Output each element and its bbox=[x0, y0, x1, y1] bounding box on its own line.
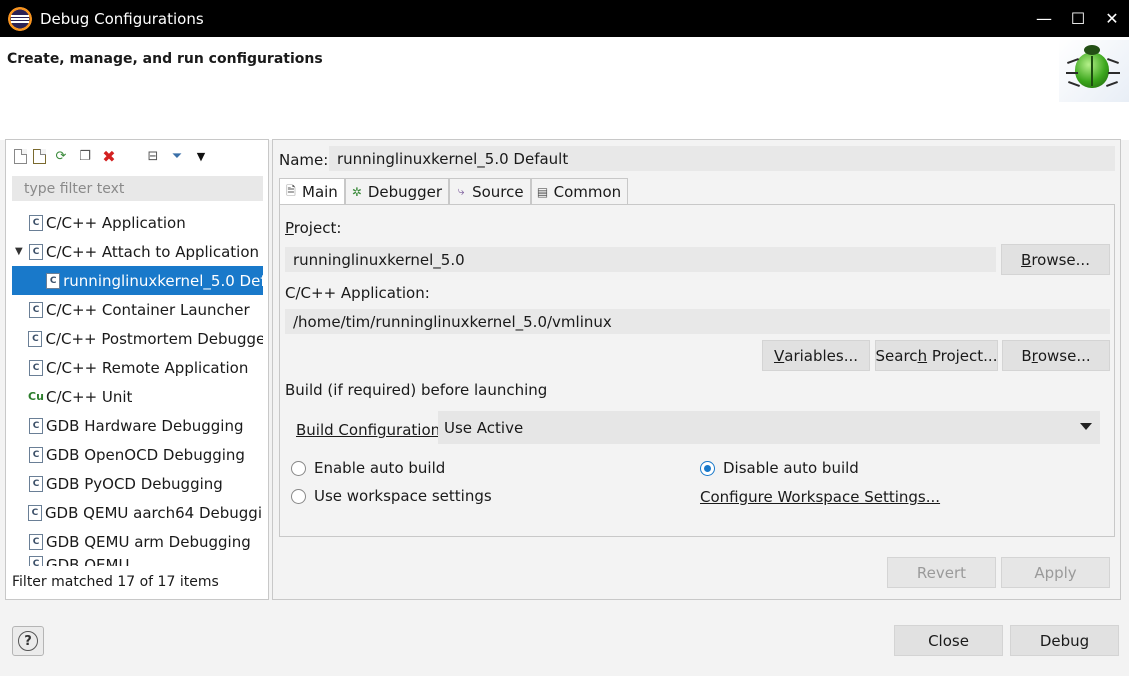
tab-source[interactable]: ⤷ Source bbox=[449, 178, 531, 204]
c-icon: C bbox=[29, 214, 43, 231]
window-controls: — ☐ ✕ bbox=[1027, 0, 1129, 37]
window-title: Debug Configurations bbox=[40, 9, 204, 28]
source-tab-icon: ⤷ bbox=[457, 184, 465, 198]
configuration-editor: Name: 🗎 Main ✲ Debugger ⤷ Source ▤ Commo… bbox=[272, 139, 1121, 600]
debugger-tab-icon: ✲ bbox=[351, 184, 362, 199]
tab-common[interactable]: ▤ Common bbox=[530, 178, 629, 204]
export-icon[interactable]: ⟳ bbox=[52, 147, 70, 165]
c-icon: C bbox=[29, 446, 43, 463]
apply-button[interactable]: Apply bbox=[1001, 557, 1110, 588]
c-icon: C bbox=[29, 301, 43, 318]
c-icon: C bbox=[29, 243, 43, 260]
tree-item-cpp-unit[interactable]: Cu C/C++ Unit bbox=[12, 382, 263, 411]
tree-item-runninglinuxkernel[interactable]: C runninglinuxkernel_5.0 Default bbox=[12, 266, 263, 295]
maximize-button[interactable]: ☐ bbox=[1061, 0, 1095, 37]
c-icon: C bbox=[29, 556, 43, 566]
variables-button[interactable]: Variables... bbox=[762, 340, 870, 371]
close-window-button[interactable]: ✕ bbox=[1095, 0, 1129, 37]
c-icon: C bbox=[29, 359, 43, 376]
filter-icon[interactable]: ⏷ bbox=[168, 147, 186, 165]
tree-item-gdb-qemu-more[interactable]: C GDB QEMU ... bbox=[12, 556, 263, 566]
configuration-tree: C C/C++ Application ▼ C C/C++ Attach to … bbox=[12, 208, 263, 566]
banner-image bbox=[1059, 40, 1129, 102]
app-label: C/C++ Application: bbox=[285, 284, 430, 302]
disable-auto-build-radio[interactable]: Disable auto build bbox=[700, 459, 859, 477]
build-section-label: Build (if required) before launching bbox=[285, 381, 548, 399]
search-project-button[interactable]: Searc h Project... bbox=[875, 340, 998, 371]
help-button[interactable]: ? bbox=[12, 626, 44, 656]
c-icon: C bbox=[29, 475, 43, 492]
duplicate-icon[interactable]: ❐ bbox=[76, 147, 94, 165]
tree-item-remote-application[interactable]: C C/C++ Remote Application bbox=[12, 353, 263, 382]
revert-button[interactable]: Revert bbox=[887, 557, 996, 588]
collapse-all-icon[interactable]: ⊟ bbox=[144, 147, 162, 165]
dropdown-arrow-icon bbox=[1080, 423, 1092, 430]
expand-chevron-icon[interactable]: ▼ bbox=[15, 246, 29, 257]
filter-status: Filter matched 17 of 17 items bbox=[12, 574, 219, 590]
close-button[interactable]: Close bbox=[894, 625, 1003, 656]
application-path-field[interactable] bbox=[285, 309, 1110, 334]
c-unit-icon: Cu bbox=[28, 390, 44, 403]
debug-button[interactable]: Debug bbox=[1010, 625, 1119, 656]
filter-input[interactable] bbox=[12, 176, 263, 201]
name-label: Name: bbox=[279, 151, 329, 169]
tree-item-gdb-hardware[interactable]: C GDB Hardware Debugging bbox=[12, 411, 263, 440]
dialog-header: Create, manage, and run configurations bbox=[0, 37, 1129, 140]
c-icon: C bbox=[28, 330, 43, 347]
use-workspace-settings-radio[interactable]: Use workspace settings bbox=[291, 487, 492, 505]
view-menu-icon[interactable]: ▼ bbox=[192, 147, 210, 165]
main-tab-icon: 🗎 bbox=[286, 183, 296, 198]
configurations-toolbar: ⟳ ❐ ✖ ⊟ ⏷ ▼ bbox=[14, 146, 210, 166]
tab-debugger[interactable]: ✲ Debugger bbox=[344, 178, 450, 204]
c-icon: C bbox=[29, 533, 43, 550]
debug-bug-icon bbox=[1075, 45, 1109, 88]
eclipse-app-icon bbox=[8, 6, 32, 31]
tree-item-gdb-qemu-aarch64[interactable]: C GDB QEMU aarch64 Debugging bbox=[12, 498, 263, 527]
new-configuration-icon[interactable] bbox=[14, 148, 27, 164]
new-prototype-icon[interactable] bbox=[33, 148, 46, 164]
c-icon: C bbox=[29, 417, 43, 434]
enable-auto-build-radio[interactable]: Enable auto build bbox=[291, 459, 445, 477]
tree-item-postmortem[interactable]: C C/C++ Postmortem Debugger bbox=[12, 324, 263, 353]
browse-project-button[interactable]: Browse... bbox=[1001, 244, 1110, 275]
header-title: Create, manage, and run configurations bbox=[7, 51, 323, 67]
minimize-button[interactable]: — bbox=[1027, 0, 1061, 37]
tree-item-container-launcher[interactable]: C C/C++ Container Launcher bbox=[12, 295, 263, 324]
build-config-select[interactable]: Use Active bbox=[438, 411, 1100, 444]
delete-icon[interactable]: ✖ bbox=[100, 147, 118, 166]
tree-item-gdb-qemu-arm[interactable]: C GDB QEMU arm Debugging bbox=[12, 527, 263, 556]
tree-item-cpp-attach[interactable]: ▼ C C/C++ Attach to Application bbox=[12, 237, 263, 266]
configure-workspace-link[interactable]: Configure Workspace Settings... bbox=[700, 488, 940, 506]
title-bar: Debug Configurations — ☐ ✕ bbox=[0, 0, 1129, 37]
build-config-label: Build Configuration: bbox=[296, 421, 446, 439]
c-icon: C bbox=[46, 272, 61, 289]
main-tab-content: Project: Browse... C/C++ Application: Va… bbox=[279, 204, 1115, 537]
browse-application-button[interactable]: Br owse... bbox=[1002, 340, 1110, 371]
tab-bar: 🗎 Main ✲ Debugger ⤷ Source ▤ Common bbox=[279, 178, 629, 205]
c-icon: C bbox=[27, 504, 42, 521]
project-field[interactable] bbox=[285, 247, 996, 272]
tab-main[interactable]: 🗎 Main bbox=[279, 178, 345, 205]
name-field[interactable] bbox=[329, 146, 1115, 171]
tree-item-cpp-application[interactable]: C C/C++ Application bbox=[12, 208, 263, 237]
tree-item-gdb-openocd[interactable]: C GDB OpenOCD Debugging bbox=[12, 440, 263, 469]
configurations-panel: ⟳ ❐ ✖ ⊟ ⏷ ▼ C C/C++ Application ▼ C C/C+… bbox=[5, 139, 269, 600]
help-icon: ? bbox=[18, 631, 38, 651]
tree-item-gdb-pyocd[interactable]: C GDB PyOCD Debugging bbox=[12, 469, 263, 498]
common-tab-icon: ▤ bbox=[536, 184, 549, 199]
project-label: Project: bbox=[285, 219, 342, 237]
